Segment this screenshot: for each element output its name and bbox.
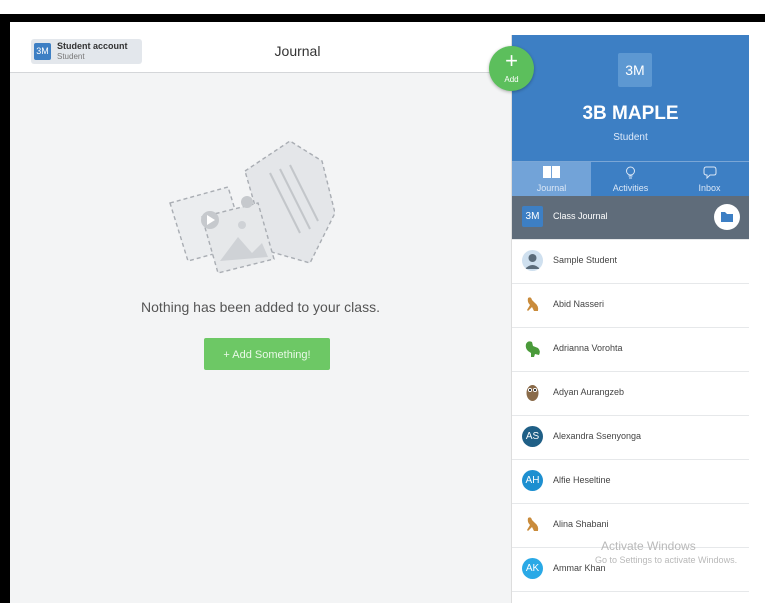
top-header: 3M Student account Student Journal: [10, 22, 511, 73]
kangaroo-icon: [527, 297, 539, 311]
monitor-frame: 3M Student account Student Journal Nothi…: [0, 0, 765, 603]
avatar: AK: [522, 558, 543, 579]
folder-button[interactable]: [714, 204, 740, 230]
list-item-label: Alina Shabani: [553, 519, 609, 529]
kangaroo-icon: [527, 517, 539, 531]
class-badge-small: 3M: [522, 206, 543, 227]
list-item[interactable]: Adyan Aurangzeb: [512, 372, 749, 416]
list-item[interactable]: Sample Student: [512, 240, 749, 284]
owl-icon: [526, 385, 539, 401]
list-item-label: Alfie Heseltine: [553, 475, 611, 485]
tab-label: Journal: [536, 183, 567, 193]
empty-state-illustration: [169, 140, 335, 274]
avatar: AS: [522, 426, 543, 447]
account-name: Student account: [57, 41, 128, 51]
activate-windows-subtitle: Go to Settings to activate Windows.: [595, 555, 738, 565]
tab-activities[interactable]: Activities: [591, 162, 670, 196]
activate-windows-title: Activate Windows: [601, 539, 696, 553]
class-name: 3B MAPLE: [582, 103, 679, 124]
tab-inbox[interactable]: Inbox: [670, 162, 749, 196]
list-item[interactable]: AS Alexandra Ssenyonga: [512, 416, 749, 460]
class-tabs: Journal Activities Inbox: [512, 161, 749, 196]
class-badge: 3M: [618, 53, 652, 87]
list-item[interactable]: Adrianna Vorohta: [512, 328, 749, 372]
list-item-label: Alexandra Ssenyonga: [553, 431, 642, 441]
account-switcher[interactable]: 3M Student account Student: [31, 39, 142, 64]
add-fab-button[interactable]: + Add: [489, 46, 534, 91]
add-something-button[interactable]: + Add Something!: [204, 338, 330, 370]
tab-label: Inbox: [698, 183, 721, 193]
chat-icon: [703, 166, 717, 179]
class-role: Student: [613, 132, 648, 143]
app-screen: 3M Student account Student Journal Nothi…: [10, 22, 765, 603]
tab-label: Activities: [612, 183, 649, 193]
list-item[interactable]: Abid Nasseri: [512, 284, 749, 328]
dinosaur-icon: [525, 341, 540, 357]
class-header: 3M 3B MAPLE Student: [512, 35, 749, 161]
top-strip: [0, 0, 765, 14]
plus-icon: +: [505, 48, 518, 73]
lightbulb-icon: [626, 166, 635, 179]
avatar: AH: [522, 470, 543, 491]
book-icon: [543, 166, 560, 178]
list-item-label: Sample Student: [553, 255, 618, 265]
account-badge: 3M: [34, 43, 51, 60]
account-role: Student: [57, 52, 85, 61]
list-item[interactable]: AH Alfie Heseltine: [512, 460, 749, 504]
folder-icon: [721, 212, 733, 222]
list-item-label: Adyan Aurangzeb: [553, 387, 625, 397]
page-title: Journal: [274, 43, 321, 59]
add-fab-label: Add: [504, 75, 519, 84]
tab-journal[interactable]: Journal: [512, 162, 591, 196]
journal-main: Nothing has been added to your class. + …: [10, 73, 511, 603]
person-icon: [522, 250, 543, 271]
class-panel: 3M 3B MAPLE Student Journal Activities I…: [511, 35, 749, 603]
list-item-label: Abid Nasseri: [553, 299, 605, 309]
list-item-label: Adrianna Vorohta: [553, 343, 623, 353]
list-item-label: Class Journal: [553, 211, 608, 221]
list-item-class-journal[interactable]: 3M Class Journal: [512, 196, 749, 240]
empty-state-message: Nothing has been added to your class.: [141, 299, 380, 315]
